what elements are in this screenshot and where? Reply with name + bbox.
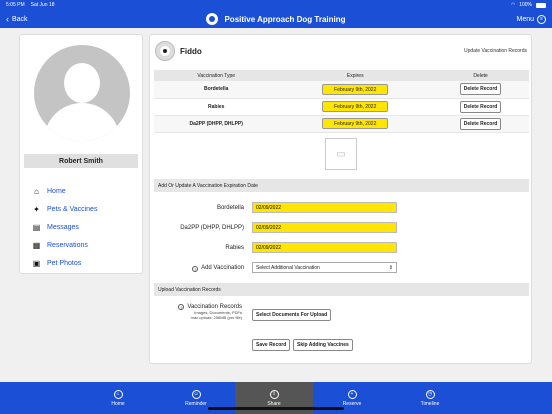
pet-header: Fiddo xyxy=(155,41,202,61)
expires-date: February 9th, 2022 xyxy=(322,101,389,112)
chevron-updown-icon: ⇕ xyxy=(388,264,393,271)
plus-icon: + xyxy=(347,389,357,399)
back-button[interactable]: ‹ Back xyxy=(6,13,28,24)
sidebar-item-home[interactable]: ⌂ Home xyxy=(32,182,97,200)
delete-record-button[interactable]: Delete Record xyxy=(459,117,502,130)
vaccine-name: Rabies xyxy=(154,98,279,116)
message-icon: ▤ xyxy=(32,222,41,232)
calendar-icon: ▦ xyxy=(32,240,41,250)
sidebar-item-label: Reservations xyxy=(47,241,88,249)
home-icon: ⌂ xyxy=(34,186,39,196)
main-panel: Fiddo Update Vaccination Records Vaccina… xyxy=(149,34,532,364)
home-tab-icon: ⌂ xyxy=(113,389,123,399)
sidebar-item-label: Messages xyxy=(47,223,79,231)
tab-label: Home xyxy=(111,400,125,407)
field-label: Add Vaccination xyxy=(201,265,244,271)
document-icon: ▭ xyxy=(336,148,346,160)
menu-label: Menu xyxy=(516,15,534,23)
user-name: Robert Smith xyxy=(24,154,138,168)
delete-record-button[interactable]: Delete Record xyxy=(459,83,502,96)
wifi-icon: ◠ xyxy=(510,2,516,8)
share-icon: ⇪ xyxy=(269,389,279,399)
table-row: Rabies February 9th, 2022 Delete Record xyxy=(154,98,529,116)
tab-label: Timeline xyxy=(420,400,440,407)
bordetella-date-input[interactable] xyxy=(252,202,397,213)
select-value: Select Additional Vaccination xyxy=(256,264,320,271)
battery-percent: 100% xyxy=(519,2,532,8)
upload-label: ? Vaccination Records Images, Documents,… xyxy=(178,304,242,320)
clock-icon: ◷ xyxy=(425,389,435,399)
vaccine-name: Bordetella xyxy=(154,81,279,99)
battery-icon xyxy=(536,2,546,8)
help-icon[interactable]: ? xyxy=(192,265,199,272)
pet-avatar xyxy=(155,41,175,61)
user-avatar xyxy=(34,45,130,141)
upload-section-header: Upload Vaccination Records xyxy=(154,283,529,296)
back-label: Back xyxy=(12,15,28,23)
status-time: 5:05 PM xyxy=(6,2,25,8)
reminder-icon: ☺ xyxy=(191,389,201,399)
photo-icon: ▣ xyxy=(32,258,41,268)
select-documents-button[interactable]: Select Documents For Upload xyxy=(252,309,332,321)
rabies-date-input[interactable] xyxy=(252,242,397,253)
sidebar-item-label: Pets & Vaccines xyxy=(47,205,98,213)
home-indicator[interactable] xyxy=(208,407,344,410)
form-row-da2pp: Da2PP (DHPP, DHLPP) xyxy=(150,222,533,235)
form-row-rabies: Rabies xyxy=(150,242,533,255)
sidebar-item-pet-photos[interactable]: ▣ Pet Photos xyxy=(32,254,97,272)
form-row-add-vaccination: ? Add Vaccination Select Additional Vacc… xyxy=(150,262,533,275)
nav-bar: ‹ Back Positive Approach Dog Training Me… xyxy=(0,10,552,28)
column-header: Vaccination Type xyxy=(154,70,279,81)
table-row: Bordetella February 9th, 2022 Delete Rec… xyxy=(154,81,529,99)
tab-label: Reminder xyxy=(185,400,207,407)
sidebar-item-pets-vaccines[interactable]: ✦ Pets & Vaccines xyxy=(32,200,97,218)
column-header: Expires xyxy=(278,70,433,81)
add-vaccination-select[interactable]: Select Additional Vaccination ⇕ xyxy=(252,262,397,273)
skip-adding-vaccines-button[interactable]: Skip Adding Vaccines xyxy=(293,339,353,351)
chevron-left-icon: ‹ xyxy=(6,13,9,24)
tab-timeline[interactable]: ◷ Timeline xyxy=(391,382,469,414)
form-row-bordetella: Bordetella xyxy=(150,202,533,215)
document-thumbnail[interactable]: ▭ xyxy=(325,138,357,170)
save-record-button[interactable]: Save Record xyxy=(252,339,291,351)
pet-name: Fiddo xyxy=(180,46,202,56)
section-title: Update Vaccination Records xyxy=(464,48,527,54)
menu-icon: ≡ xyxy=(537,14,546,24)
sidebar-item-messages[interactable]: ▤ Messages xyxy=(32,218,97,236)
expires-date: February 9th, 2022 xyxy=(322,118,389,129)
column-header: Delete xyxy=(432,70,529,81)
field-label: Da2PP (DHPP, DHLPP) xyxy=(180,225,244,231)
upload-limit: max upload: 256MB (per file) xyxy=(190,315,242,320)
app-logo xyxy=(206,13,219,25)
tab-label: Share xyxy=(267,400,281,407)
da2pp-date-input[interactable] xyxy=(252,222,397,233)
expires-date: February 9th, 2022 xyxy=(322,83,389,95)
vaccine-name: Da2PP (DHPP, DHLPP) xyxy=(154,115,279,133)
vaccination-table: Vaccination Type Expires Delete Bordetel… xyxy=(154,70,529,133)
table-header: Vaccination Type Expires Delete xyxy=(154,70,529,81)
status-bar: 5:05 PM Sat Jun 18 ◠ 100% xyxy=(0,0,552,10)
sidebar-item-reservations[interactable]: ▦ Reservations xyxy=(32,236,97,254)
sidebar-item-label: Home xyxy=(47,187,66,195)
sidebar-item-label: Pet Photos xyxy=(47,259,82,267)
menu-button[interactable]: Menu ≡ xyxy=(516,14,546,24)
paw-icon: ✦ xyxy=(33,204,40,214)
field-label: Bordetella xyxy=(216,205,244,211)
table-row: Da2PP (DHPP, DHLPP) February 9th, 2022 D… xyxy=(154,115,529,133)
status-date: Sat Jun 18 xyxy=(30,2,55,8)
app-title: Positive Approach Dog Training xyxy=(224,14,346,24)
tab-label: Reserve xyxy=(342,400,362,407)
tab-home[interactable]: ⌂ Home xyxy=(79,382,157,414)
field-label: Rabies xyxy=(225,245,244,251)
add-update-section-header: Add Or Update A Vaccination Expiration D… xyxy=(154,179,529,192)
delete-record-button[interactable]: Delete Record xyxy=(459,100,502,113)
sidebar: Robert Smith ⌂ Home ✦ Pets & Vaccines ▤ … xyxy=(19,34,143,274)
